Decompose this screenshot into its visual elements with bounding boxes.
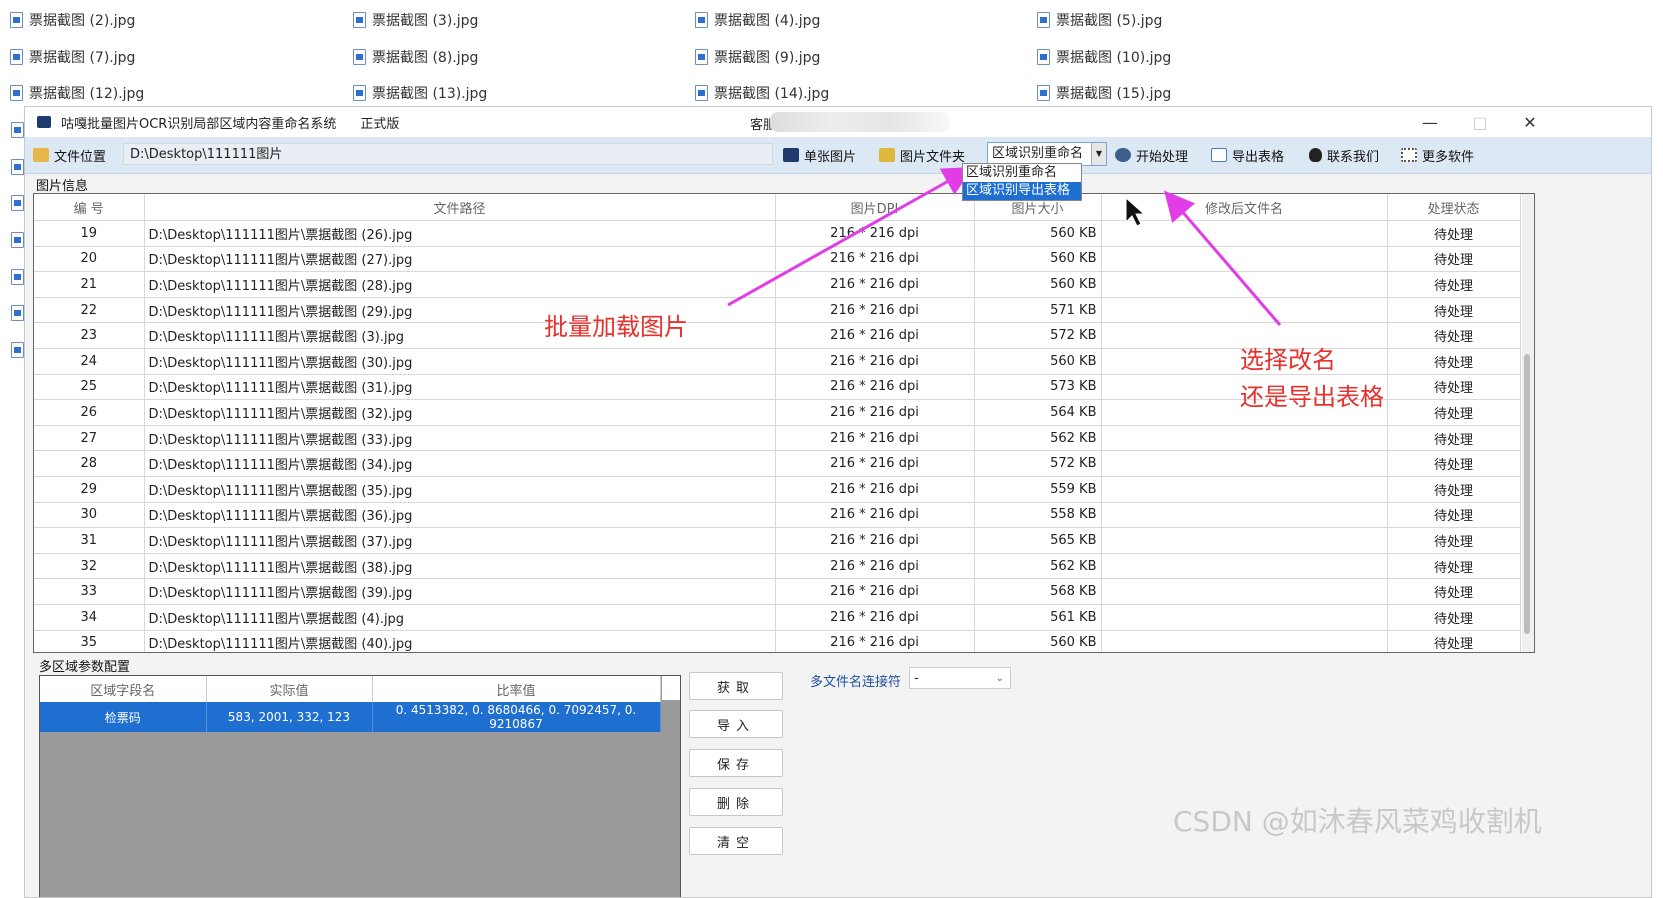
annotation-batch-load: 批量加载图片 — [544, 313, 688, 341]
mode-option-export[interactable]: 区域识别导出表格 — [963, 182, 1081, 200]
mode-dropdown-list: 区域识别重命名 区域识别导出表格 — [962, 163, 1082, 201]
watermark: CSDN @如沐春风菜鸡收割机 — [1173, 805, 1542, 838]
annotation-arrows — [727, 167, 1282, 326]
arrow-to-folder-button — [727, 167, 974, 307]
mouse-cursor-icon — [1125, 196, 1146, 227]
annotation-choose-line1: 选择改名 — [1240, 346, 1336, 374]
arrow-to-mode-select — [1164, 190, 1282, 326]
mode-option-rename[interactable]: 区域识别重命名 — [963, 164, 1081, 182]
annotation-choose-line2: 还是导出表格 — [1240, 383, 1384, 411]
